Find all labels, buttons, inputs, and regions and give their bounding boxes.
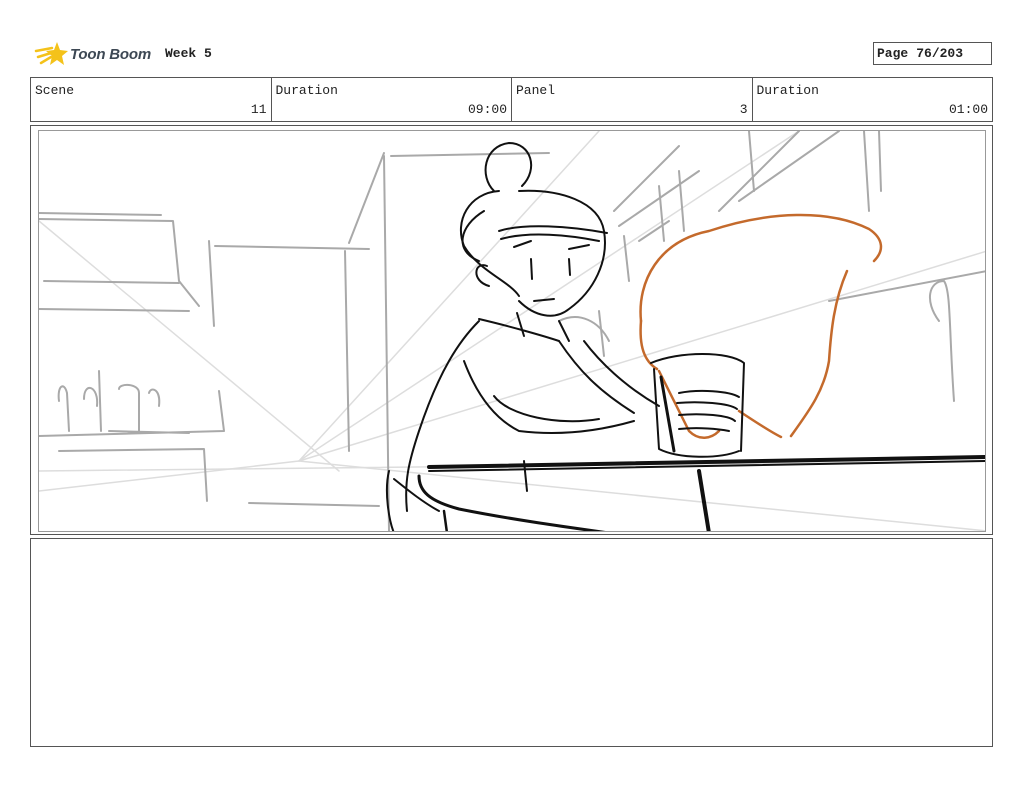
panel-cell: Panel 3 [512, 78, 753, 121]
scene-label: Scene [35, 83, 75, 98]
storyboard-drawing [38, 130, 986, 532]
page-number: 76/203 [916, 46, 964, 61]
toon-boom-logo: Toon Boom [34, 38, 164, 70]
scene-duration-label: Duration [275, 83, 338, 98]
panel-notes-area [30, 538, 993, 747]
scene-duration-value: 09:00 [467, 102, 507, 117]
panel-duration-value: 01:00 [948, 102, 988, 117]
panel-value: 3 [739, 102, 748, 117]
panel-info-row: Scene 11 Duration 09:00 Panel 3 Duration… [30, 77, 993, 122]
scene-cell: Scene 11 [31, 78, 272, 121]
main-character-sketch [385, 142, 985, 531]
page-indicator: Page 76/203 [873, 42, 992, 65]
orange-figure-sketch [639, 213, 883, 439]
panel-duration-label: Duration [756, 83, 819, 98]
panel-duration-cell: Duration 01:00 [753, 78, 993, 121]
page-label: Page [877, 46, 909, 61]
comet-star-icon [34, 42, 68, 65]
perspective-guides [39, 131, 985, 531]
scene-duration-cell: Duration 09:00 [272, 78, 512, 121]
logo-text: Toon Boom [70, 45, 151, 63]
background-sketch [39, 131, 985, 531]
panel-label: Panel [516, 83, 556, 98]
scene-value: 11 [250, 102, 267, 117]
project-title: Week 5 [165, 46, 212, 61]
